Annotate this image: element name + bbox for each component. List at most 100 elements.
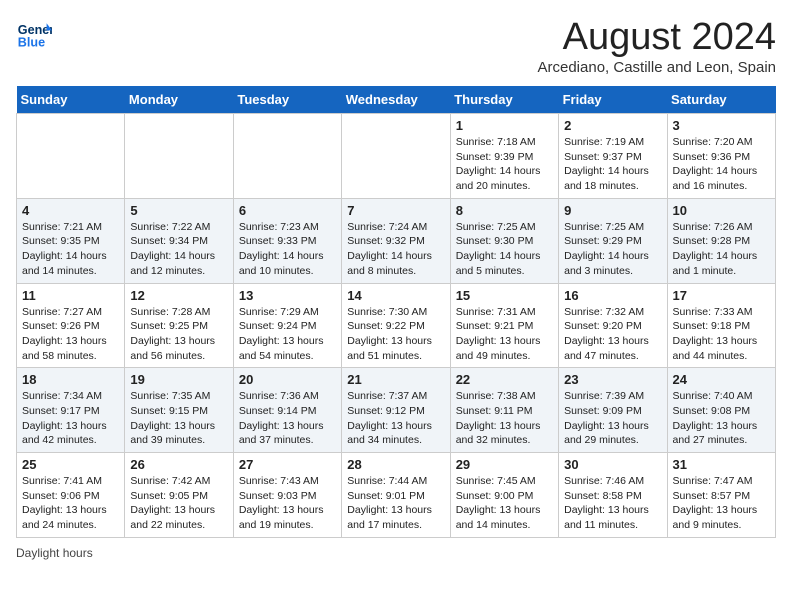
day-number: 13	[239, 288, 336, 303]
header-friday: Friday	[559, 86, 667, 114]
day-info: Sunrise: 7:39 AM Sunset: 9:09 PM Dayligh…	[564, 389, 661, 448]
day-number: 2	[564, 118, 661, 133]
day-number: 11	[22, 288, 119, 303]
day-info: Sunrise: 7:35 AM Sunset: 9:15 PM Dayligh…	[130, 389, 227, 448]
footer-note: Daylight hours	[16, 546, 776, 560]
header-monday: Monday	[125, 86, 233, 114]
table-row: 30Sunrise: 7:46 AM Sunset: 8:58 PM Dayli…	[559, 453, 667, 538]
calendar-week-row: 1Sunrise: 7:18 AM Sunset: 9:39 PM Daylig…	[17, 114, 776, 199]
day-number: 10	[673, 203, 770, 218]
day-number: 25	[22, 457, 119, 472]
table-row: 15 Sunrise: 7:31 AM Sunset: 9:21 PM Dayli…	[450, 283, 558, 368]
table-row: 18 Sunrise: 7:34 AM Sunset: 9:17 PM Dayli…	[17, 368, 125, 453]
calendar-week-row: 4 Sunrise: 7:21 AM Sunset: 9:35 PM Daylig…	[17, 198, 776, 283]
day-info: Sunrise: 7:30 AM Sunset: 9:22 PM Dayligh…	[347, 305, 444, 364]
table-row: 16 Sunrise: 7:32 AM Sunset: 9:20 PM Dayli…	[559, 283, 667, 368]
table-row: 6 Sunrise: 7:23 AM Sunset: 9:33 PM Daylig…	[233, 198, 341, 283]
day-number: 20	[239, 372, 336, 387]
logo-icon: General Blue	[16, 16, 52, 52]
header-wednesday: Wednesday	[342, 86, 450, 114]
logo: General Blue	[16, 16, 52, 52]
day-number: 29	[456, 457, 553, 472]
day-number: 4	[22, 203, 119, 218]
table-row: 20Sunrise: 7:36 AM Sunset: 9:14 PM Dayli…	[233, 368, 341, 453]
table-row	[342, 114, 450, 199]
day-number: 22	[456, 372, 553, 387]
day-info: Sunrise: 7:34 AM Sunset: 9:17 PM Dayligh…	[22, 389, 119, 448]
day-number: 16	[564, 288, 661, 303]
day-number: 17	[673, 288, 770, 303]
table-row: 12 Sunrise: 7:28 AM Sunset: 9:25 PM Dayli…	[125, 283, 233, 368]
table-row: 13 Sunrise: 7:29 AM Sunset: 9:24 PM Dayli…	[233, 283, 341, 368]
table-row: 26Sunrise: 7:42 AM Sunset: 9:05 PM Dayli…	[125, 453, 233, 538]
table-row: 22 Sunrise: 7:38 AM Sunset: 9:11 PM Dayli…	[450, 368, 558, 453]
table-row: 23 Sunrise: 7:39 AM Sunset: 9:09 PM Dayli…	[559, 368, 667, 453]
table-row: 2 Sunrise: 7:19 AM Sunset: 9:37 PM Daylig…	[559, 114, 667, 199]
day-info: Sunrise: 7:26 AM Sunset: 9:28 PM Dayligh…	[673, 220, 770, 279]
day-info: Sunrise: 7:33 AM Sunset: 9:18 PM Dayligh…	[673, 305, 770, 364]
table-row: 11 Sunrise: 7:27 AM Sunset: 9:26 PM Dayli…	[17, 283, 125, 368]
day-info: Sunrise: 7:37 AM Sunset: 9:12 PM Dayligh…	[347, 389, 444, 448]
day-info: Sunrise: 7:43 AM Sunset: 9:03 PM Dayligh…	[239, 474, 336, 533]
day-number: 9	[564, 203, 661, 218]
header-saturday: Saturday	[667, 86, 775, 114]
calendar-week-row: 25 Sunrise: 7:41 AM Sunset: 9:06 PM Dayli…	[17, 453, 776, 538]
weekday-header-row: Sunday Monday Tuesday Wednesday Thursday…	[17, 86, 776, 114]
day-number: 3	[673, 118, 770, 133]
month-year-title: August 2024	[538, 16, 777, 59]
day-info: Sunrise: 7:23 AM Sunset: 9:33 PM Dayligh…	[239, 220, 336, 279]
calendar-week-row: 18 Sunrise: 7:34 AM Sunset: 9:17 PM Dayli…	[17, 368, 776, 453]
table-row	[233, 114, 341, 199]
day-number: 7	[347, 203, 444, 218]
location-subtitle: Arcediano, Castille and Leon, Spain	[538, 59, 777, 76]
day-info: Sunrise: 7:21 AM Sunset: 9:35 PM Dayligh…	[22, 220, 119, 279]
day-number: 5	[130, 203, 227, 218]
table-row	[125, 114, 233, 199]
day-info: Sunrise: 7:31 AM Sunset: 9:21 PM Dayligh…	[456, 305, 553, 364]
table-row: 5Sunrise: 7:22 AM Sunset: 9:34 PM Daylig…	[125, 198, 233, 283]
day-info: Sunrise: 7:38 AM Sunset: 9:11 PM Dayligh…	[456, 389, 553, 448]
table-row: 21 Sunrise: 7:37 AM Sunset: 9:12 PM Dayli…	[342, 368, 450, 453]
day-info: Sunrise: 7:28 AM Sunset: 9:25 PM Dayligh…	[130, 305, 227, 364]
day-number: 27	[239, 457, 336, 472]
day-number: 14	[347, 288, 444, 303]
day-info: Sunrise: 7:29 AM Sunset: 9:24 PM Dayligh…	[239, 305, 336, 364]
day-info: Sunrise: 7:25 AM Sunset: 9:29 PM Dayligh…	[564, 220, 661, 279]
title-area: August 2024 Arcediano, Castille and Leon…	[538, 16, 777, 76]
header-sunday: Sunday	[17, 86, 125, 114]
day-number: 19	[130, 372, 227, 387]
day-number: 6	[239, 203, 336, 218]
day-info: Sunrise: 7:19 AM Sunset: 9:37 PM Dayligh…	[564, 135, 661, 194]
day-info: Sunrise: 7:41 AM Sunset: 9:06 PM Dayligh…	[22, 474, 119, 533]
day-info: Sunrise: 7:27 AM Sunset: 9:26 PM Dayligh…	[22, 305, 119, 364]
header-tuesday: Tuesday	[233, 86, 341, 114]
table-row: 3 Sunrise: 7:20 AM Sunset: 9:36 PM Daylig…	[667, 114, 775, 199]
day-number: 1	[456, 118, 553, 133]
day-number: 23	[564, 372, 661, 387]
table-row: 31Sunrise: 7:47 AM Sunset: 8:57 PM Dayli…	[667, 453, 775, 538]
day-number: 15	[456, 288, 553, 303]
day-info: Sunrise: 7:45 AM Sunset: 9:00 PM Dayligh…	[456, 474, 553, 533]
day-number: 12	[130, 288, 227, 303]
table-row: 4 Sunrise: 7:21 AM Sunset: 9:35 PM Daylig…	[17, 198, 125, 283]
table-row: 24Sunrise: 7:40 AM Sunset: 9:08 PM Dayli…	[667, 368, 775, 453]
day-number: 24	[673, 372, 770, 387]
page-header: General Blue August 2024 Arcediano, Cast…	[16, 16, 776, 76]
table-row	[17, 114, 125, 199]
header-thursday: Thursday	[450, 86, 558, 114]
day-info: Sunrise: 7:20 AM Sunset: 9:36 PM Dayligh…	[673, 135, 770, 194]
day-number: 21	[347, 372, 444, 387]
calendar-table: Sunday Monday Tuesday Wednesday Thursday…	[16, 86, 776, 538]
day-number: 28	[347, 457, 444, 472]
day-number: 26	[130, 457, 227, 472]
table-row: 29 Sunrise: 7:45 AM Sunset: 9:00 PM Dayli…	[450, 453, 558, 538]
day-number: 18	[22, 372, 119, 387]
day-info: Sunrise: 7:32 AM Sunset: 9:20 PM Dayligh…	[564, 305, 661, 364]
table-row: 1Sunrise: 7:18 AM Sunset: 9:39 PM Daylig…	[450, 114, 558, 199]
day-number: 31	[673, 457, 770, 472]
table-row: 10 Sunrise: 7:26 AM Sunset: 9:28 PM Dayli…	[667, 198, 775, 283]
table-row: 7Sunrise: 7:24 AM Sunset: 9:32 PM Daylig…	[342, 198, 450, 283]
table-row: 9 Sunrise: 7:25 AM Sunset: 9:29 PM Daylig…	[559, 198, 667, 283]
day-number: 30	[564, 457, 661, 472]
table-row: 27 Sunrise: 7:43 AM Sunset: 9:03 PM Dayli…	[233, 453, 341, 538]
